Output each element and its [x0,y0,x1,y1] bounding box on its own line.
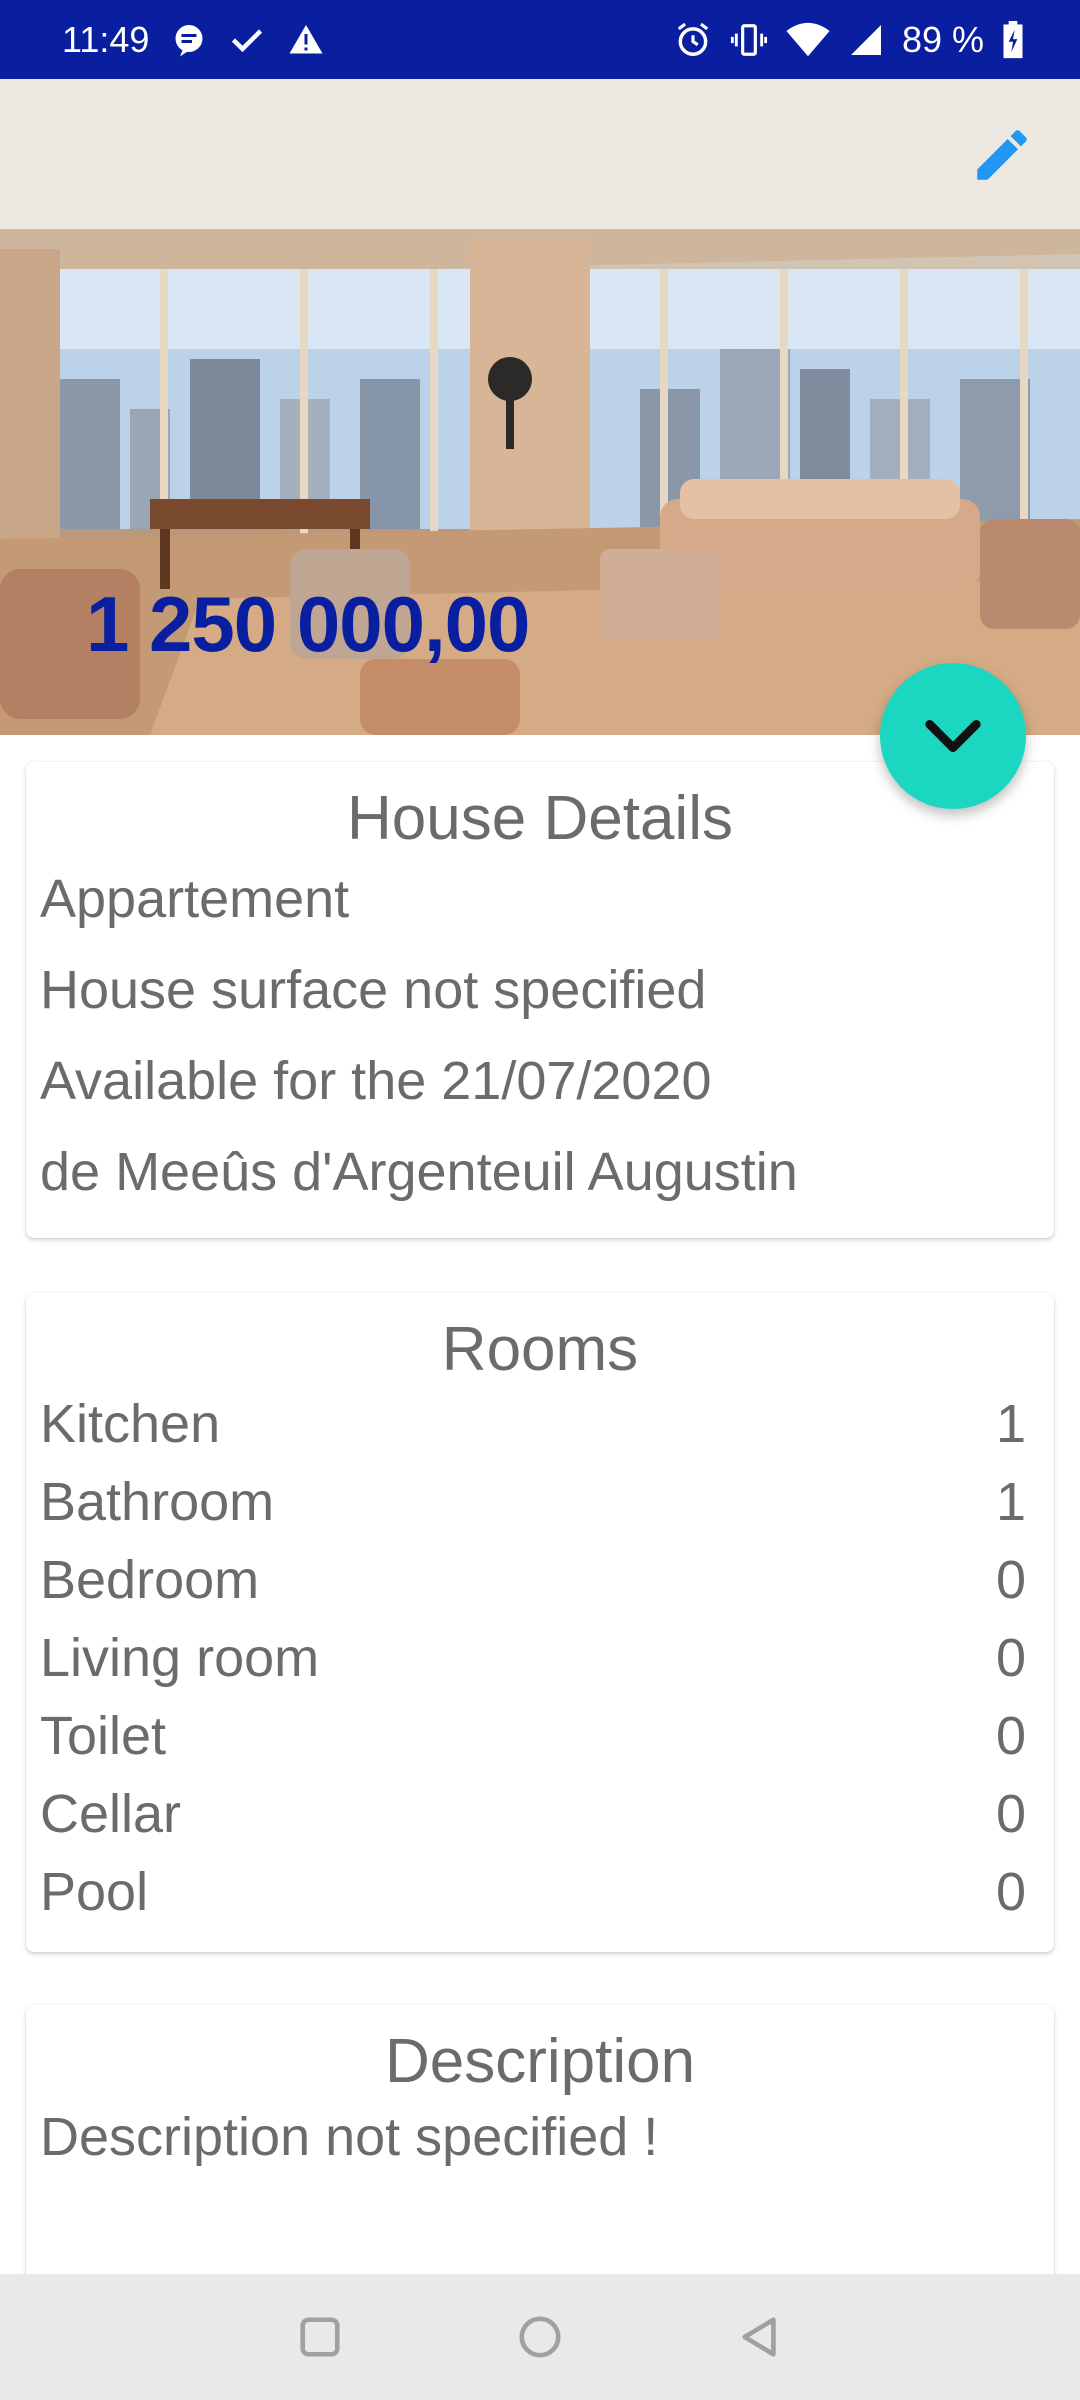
room-row-living-room: Living room 0 [26,1619,1054,1697]
house-availability: Available for the 21/07/2020 [40,1051,712,1111]
home-button[interactable] [430,2274,650,2400]
room-count: 0 [995,1784,1026,1844]
room-label: Cellar [40,1784,182,1844]
price-label: 1 250 000,00 [86,580,530,668]
house-surface: House surface not specified [40,960,707,1020]
status-bar-left: 11:49 [62,19,325,61]
message-icon [171,22,207,58]
room-count: 0 [995,1706,1026,1766]
description-card: Description Description not specified ! [26,2005,1054,2295]
check-icon [229,22,265,58]
navigation-bar [0,2274,1080,2400]
room-row-bedroom: Bedroom 0 [26,1541,1054,1619]
description-title: Description [384,2027,696,2096]
room-label: Bedroom [40,1550,260,1610]
room-label: Living room [40,1628,320,1688]
back-icon [742,2317,776,2357]
room-row-pool: Pool 0 [26,1853,1054,1931]
room-count: 1 [995,1472,1026,1532]
room-row-kitchen: Kitchen 1 [26,1385,1054,1463]
room-label: Kitchen [40,1394,221,1454]
house-details-card: House Details Appartement House surface … [26,762,1054,1238]
room-row-cellar: Cellar 0 [26,1775,1054,1853]
signal-icon [848,22,884,58]
room-count: 0 [995,1862,1026,1922]
screen: 11:49 89 % 1 250 000,00 House Details Ap… [0,0,1080,2400]
room-row-bathroom: Bathroom 1 [26,1463,1054,1541]
expand-button[interactable] [880,663,1026,809]
room-count: 0 [995,1550,1026,1610]
rooms-card: Rooms Kitchen 1 Bathroom 1 Bedroom 0 Liv… [26,1293,1054,1952]
edit-button[interactable] [962,115,1042,195]
room-label: Toilet [40,1706,167,1766]
house-photo: 1 250 000,00 [0,79,1080,735]
room-count: 0 [995,1628,1026,1688]
status-bar: 11:49 89 % [0,0,1080,79]
warning-icon [287,22,325,58]
recents-icon [300,2317,340,2357]
room-label: Bathroom [40,1472,275,1532]
status-time: 11:49 [62,18,150,60]
recents-button[interactable] [210,2274,430,2400]
home-icon [519,2316,561,2358]
house-type: Appartement [40,869,350,929]
wifi-icon [786,22,830,58]
room-label: Pool [40,1862,149,1922]
room-row-toilet: Toilet 0 [26,1697,1054,1775]
chevron-down-icon [925,719,981,753]
alarm-icon [674,21,712,59]
description-text: Description not specified ! [40,2107,659,2167]
vibrate-icon [730,21,768,59]
house-owner: de Meeûs d'Argenteuil Augustin [40,1142,798,1202]
battery-percent: 89 % [901,18,984,60]
back-button[interactable] [650,2274,870,2400]
house-details-title: House Details [347,784,733,853]
battery-icon [1002,20,1024,59]
status-bar-right: 89 % [674,19,1024,61]
room-count: 1 [995,1394,1026,1454]
pencil-icon [977,130,1027,180]
rooms-title: Rooms [441,1315,639,1384]
